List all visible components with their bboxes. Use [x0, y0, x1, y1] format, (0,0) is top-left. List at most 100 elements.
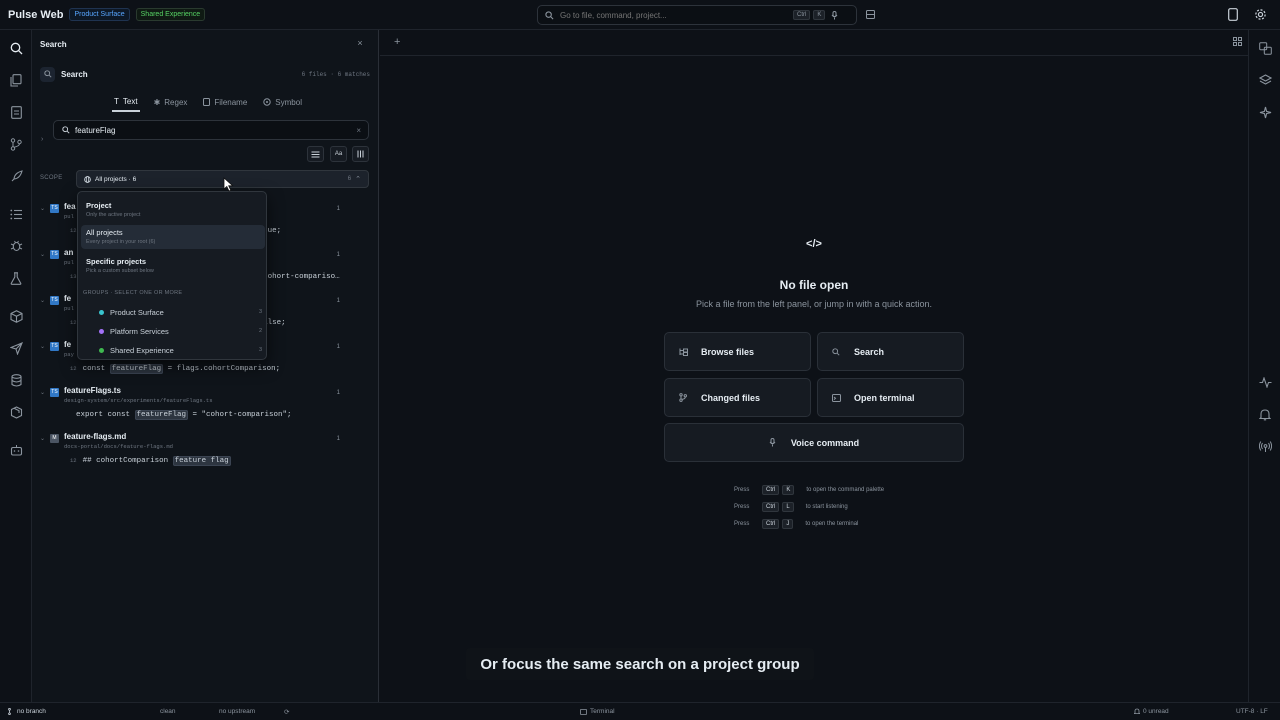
scope-option-all-projects[interactable]: All projects Every project in your root … [81, 225, 265, 249]
kbd-key: L [782, 502, 794, 512]
globe-icon [84, 175, 91, 183]
project-badge-product-surface[interactable]: Product Surface [69, 8, 130, 21]
database-icon[interactable] [6, 370, 26, 390]
result-file-path: docs-portal/docs/feature-flags.md [64, 443, 173, 450]
line-number: 12 [70, 365, 77, 372]
columns-button[interactable] [352, 146, 369, 162]
layers-icon[interactable] [1255, 70, 1275, 90]
git-branch-icon [8, 708, 14, 715]
open-terminal-label: Open terminal [854, 392, 915, 403]
kbd-key: J [782, 519, 794, 529]
project-badge-shared-experience[interactable]: Shared Experience [135, 8, 206, 21]
result-file[interactable]: ⌄ M feature-flags.md docs-portal/docs/fe… [40, 432, 370, 466]
clear-icon[interactable]: × [356, 126, 361, 135]
plus-icon[interactable]: + [394, 36, 400, 48]
search-field[interactable]: × [53, 120, 369, 140]
replace-toggle-button[interactable] [307, 146, 324, 162]
voice-command-button[interactable]: Voice command [664, 423, 964, 462]
activity-icon[interactable] [1255, 372, 1275, 392]
command-search[interactable]: Ctrl K [537, 5, 857, 25]
group-color-dot [99, 328, 104, 334]
tab-filename[interactable]: Filename [201, 92, 249, 112]
changed-files-button[interactable]: Changed files [664, 378, 811, 417]
bot-icon[interactable] [6, 440, 26, 460]
result-line-text: export const [76, 411, 135, 419]
group-option-shared-experience[interactable]: Shared Experience 3 [99, 343, 262, 357]
tab-text-label: Text [122, 96, 138, 106]
group-option-product-surface[interactable]: Product Surface 3 [99, 305, 262, 319]
cube-icon[interactable] [6, 402, 26, 422]
send-icon[interactable] [6, 338, 26, 358]
tab-symbol-label: Symbol [275, 97, 302, 107]
chevron-down-icon[interactable]: ⌄ [40, 343, 50, 350]
notifications-status[interactable]: 0 unread [1134, 708, 1169, 715]
scope-label: SCOPE [40, 175, 63, 181]
tab-regex[interactable]: ✱ Regex [152, 92, 190, 112]
line-number: 13 [70, 273, 77, 280]
translate-icon[interactable] [1255, 38, 1275, 58]
branch-status[interactable]: no branch [8, 708, 46, 715]
terminal-toggle[interactable]: Terminal [580, 708, 615, 715]
symbol-icon [263, 98, 271, 106]
chevron-down-icon[interactable]: ⌄ [40, 205, 50, 212]
rocket-icon[interactable] [6, 166, 26, 186]
document-icon[interactable] [6, 102, 26, 122]
search-input[interactable] [75, 125, 345, 135]
refresh-icon[interactable]: ⟳ [284, 708, 289, 716]
title-bar: Pulse Web Product Surface Shared Experie… [0, 0, 1280, 30]
group-option-platform-services[interactable]: Platform Services 2 [99, 324, 262, 338]
result-line[interactable]: 12 ## cohortComparison feature flag [70, 456, 370, 466]
chevron-down-icon[interactable]: ⌄ [40, 251, 50, 258]
match-case-label: Aa [334, 151, 343, 157]
regex-icon: ✱ [153, 97, 161, 107]
open-terminal-button[interactable]: Open terminal [817, 378, 964, 417]
list-icon[interactable] [6, 204, 26, 224]
markdown-file-icon: M [50, 434, 59, 443]
tab-symbol[interactable]: Symbol [261, 92, 304, 112]
match-case-button[interactable]: Aa [330, 146, 347, 162]
kbd-ctrl: Ctrl [762, 502, 780, 512]
scope-option-specific-projects[interactable]: Specific projects Pick a custom subset b… [81, 254, 265, 278]
result-file-path: pay [64, 351, 74, 358]
grid-icon[interactable] [1233, 37, 1242, 46]
encoding-status[interactable]: UTF-8 · LF [1236, 708, 1268, 715]
tab-text[interactable]: T Text [112, 92, 140, 112]
search-icon [62, 126, 70, 134]
chevron-down-icon[interactable]: ⌄ [40, 389, 50, 396]
result-line[interactable]: 12 const featureFlag = flags.cohortCompar… [70, 364, 370, 374]
layout-icon[interactable] [866, 10, 875, 19]
result-line[interactable]: export const featureFlag = "cohort-compa… [70, 410, 370, 420]
kbd-ctrl: Ctrl [762, 519, 780, 529]
mouse-cursor [223, 177, 234, 192]
search-icon[interactable] [6, 38, 26, 58]
microphone-icon[interactable] [831, 10, 838, 20]
result-file-name: an [64, 248, 74, 257]
kbd-ctrl: Ctrl [793, 10, 811, 20]
chevron-down-icon[interactable]: ⌄ [40, 435, 50, 442]
package-icon[interactable] [6, 306, 26, 326]
files-icon[interactable] [6, 70, 26, 90]
result-line-text: ## cohortComparison [82, 457, 173, 465]
shortcut-hint: Press Ctrl L to start listening [734, 501, 934, 513]
bug-icon[interactable] [6, 235, 26, 255]
search-mode-tabs: T Text ✱ Regex Filename Symbol [112, 92, 304, 114]
search-button[interactable]: Search [817, 332, 964, 371]
flask-icon[interactable] [6, 268, 26, 288]
browse-files-button[interactable]: Browse files [664, 332, 811, 371]
git-branch-icon[interactable] [6, 134, 26, 154]
device-icon[interactable] [1228, 8, 1238, 21]
bell-icon[interactable] [1255, 404, 1275, 424]
result-file-path: pul [64, 213, 74, 220]
close-icon[interactable]: × [354, 38, 366, 50]
broadcast-icon[interactable] [1255, 436, 1275, 456]
chevron-down-icon[interactable]: ⌄ [40, 297, 50, 304]
git-branch-icon [679, 393, 691, 402]
result-match-count: 1 [336, 390, 340, 396]
result-file[interactable]: ⌄ TS featureFlags.ts design-system/src/e… [40, 386, 370, 420]
gear-icon[interactable] [1254, 8, 1267, 21]
scope-option-project[interactable]: Project Only the active project [81, 198, 265, 222]
chevron-right-icon[interactable]: › [41, 136, 43, 143]
sparkles-icon[interactable] [1255, 102, 1275, 122]
command-search-input[interactable] [560, 10, 790, 20]
search-icon [40, 66, 55, 82]
